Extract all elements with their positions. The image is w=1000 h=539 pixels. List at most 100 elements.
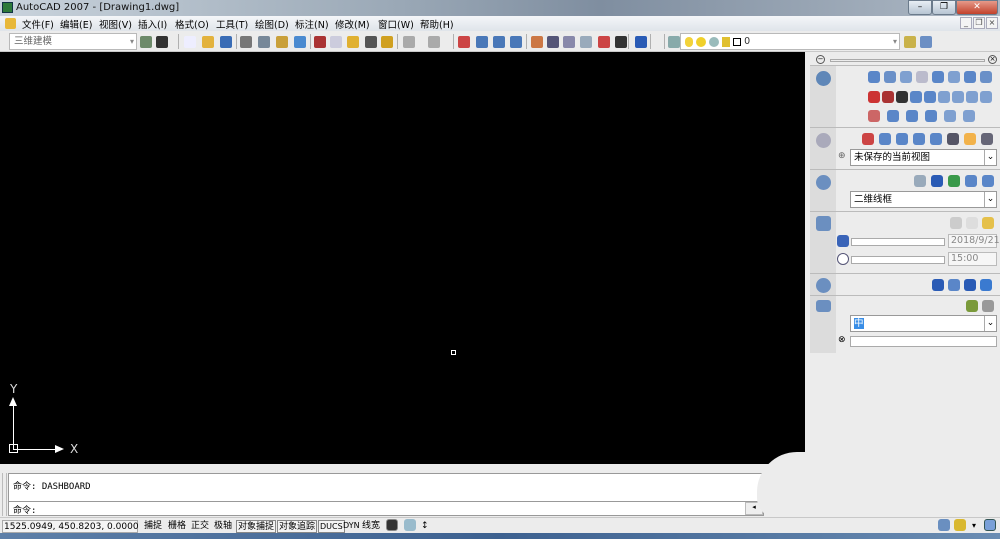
slice-icon[interactable] xyxy=(980,91,992,103)
conceptual-icon[interactable] xyxy=(948,175,960,187)
menu-edit[interactable]: 编辑(E) xyxy=(60,17,92,31)
revolve-icon[interactable] xyxy=(952,91,964,103)
view-combo[interactable]: 未保存的当前视图 ⌄ xyxy=(850,149,997,166)
drawing-canvas[interactable]: Y X xyxy=(0,52,805,464)
menu-draw[interactable]: 绘图(D) xyxy=(255,17,289,31)
sheet-set-icon[interactable] xyxy=(580,36,592,48)
status-toggle[interactable]: 线宽 xyxy=(361,520,381,533)
doc-minimize-button[interactable]: _ xyxy=(960,17,972,29)
zoom-previous-icon[interactable] xyxy=(510,36,522,48)
plot-icon[interactable] xyxy=(240,36,252,48)
free-orbit-icon[interactable] xyxy=(913,133,925,145)
redo-icon[interactable] xyxy=(428,36,440,48)
wireframe-icon[interactable] xyxy=(914,175,926,187)
quickcalc-icon[interactable] xyxy=(615,36,627,48)
tool-palettes-icon[interactable] xyxy=(563,36,575,48)
publish-icon[interactable] xyxy=(276,36,288,48)
sun-status-icon[interactable] xyxy=(950,217,962,229)
3d-pan-icon[interactable] xyxy=(862,133,874,145)
box-icon[interactable] xyxy=(884,71,896,83)
wedge-icon[interactable] xyxy=(900,71,912,83)
edge-icon[interactable] xyxy=(982,175,994,187)
polysolid-icon[interactable] xyxy=(868,71,880,83)
sun-properties-icon[interactable] xyxy=(966,217,978,229)
status-toggle[interactable]: DYN xyxy=(342,520,361,533)
restore-button[interactable]: ❐ xyxy=(932,0,956,15)
match-properties-icon[interactable] xyxy=(365,36,377,48)
paste-icon[interactable] xyxy=(347,36,359,48)
workspace-combo[interactable]: 三维建模 ▾ xyxy=(9,33,137,50)
extrude-icon[interactable] xyxy=(910,91,922,103)
menu-file[interactable]: 文件(F) xyxy=(22,17,54,31)
menu-dimension[interactable]: 标注(N) xyxy=(295,17,329,31)
status-menu-chevron-icon[interactable]: ▾ xyxy=(972,521,976,530)
menu-insert[interactable]: 插入(I) xyxy=(138,17,167,31)
clean-screen-icon[interactable] xyxy=(984,519,996,531)
toolbar-lock-icon[interactable] xyxy=(954,519,966,531)
doc-close-button[interactable]: × xyxy=(986,17,998,29)
menu-modify[interactable]: 修改(M) xyxy=(335,17,370,31)
menu-help[interactable]: 帮助(H) xyxy=(420,17,454,31)
realistic-icon[interactable] xyxy=(931,175,943,187)
material-slider[interactable] xyxy=(850,336,997,347)
markup-icon[interactable] xyxy=(598,36,610,48)
material-combo[interactable]: 中 ⌄ xyxy=(850,315,997,332)
panel-grip[interactable] xyxy=(830,59,985,62)
date-slider[interactable] xyxy=(851,238,945,246)
camera-icon[interactable] xyxy=(947,133,959,145)
layout-icon[interactable] xyxy=(404,519,416,531)
walk-icon[interactable] xyxy=(930,133,942,145)
loft-icon[interactable] xyxy=(966,91,978,103)
status-toggle[interactable]: 栅格 xyxy=(167,520,187,533)
light-glyph-icon[interactable] xyxy=(982,217,994,229)
pyramid-icon[interactable] xyxy=(964,71,976,83)
status-toggle[interactable]: 捕捉 xyxy=(143,520,163,533)
time-field[interactable]: 15:00 xyxy=(948,252,997,266)
zoom-window-icon[interactable] xyxy=(493,36,505,48)
plot-preview-icon[interactable] xyxy=(258,36,270,48)
status-toggle[interactable]: 正交 xyxy=(190,520,210,533)
workspace-icon[interactable] xyxy=(156,36,168,48)
environment-icon[interactable] xyxy=(964,279,976,291)
status-toggle[interactable]: DUCS xyxy=(318,520,345,533)
status-toggle[interactable]: 对象追踪 xyxy=(277,520,318,533)
status-toggle[interactable]: 极轴 xyxy=(213,520,233,533)
menu-view[interactable]: 视图(V) xyxy=(99,17,132,31)
command-grip[interactable] xyxy=(2,473,7,516)
new-icon[interactable] xyxy=(184,36,196,48)
sweep-icon[interactable] xyxy=(938,91,950,103)
pan-icon[interactable] xyxy=(458,36,470,48)
properties-icon[interactable] xyxy=(531,36,543,48)
orbit-icon[interactable] xyxy=(896,133,908,145)
cone-icon[interactable] xyxy=(916,71,928,83)
model-space-icon[interactable] xyxy=(386,519,398,531)
copy-icon[interactable] xyxy=(330,36,342,48)
flatshot-icon[interactable] xyxy=(944,110,956,122)
helix-icon[interactable] xyxy=(868,110,880,122)
document-icon[interactable] xyxy=(5,18,16,29)
menu-window[interactable]: 窗口(W) xyxy=(378,17,414,31)
cut-icon[interactable] xyxy=(314,36,326,48)
coordinate-readout[interactable]: 1525.0949, 450.8203, 0.0000 xyxy=(2,520,139,533)
status-toggle[interactable]: 对象捕捉 xyxy=(236,520,277,533)
torus-icon[interactable] xyxy=(980,71,992,83)
subtract-icon[interactable] xyxy=(906,110,918,122)
menu-format[interactable]: 格式(O) xyxy=(175,17,209,31)
perspective-projection-icon[interactable] xyxy=(981,133,993,145)
doc-restore-button[interactable]: ❐ xyxy=(973,17,985,29)
time-slider[interactable] xyxy=(851,256,945,264)
zoom-realtime-icon[interactable] xyxy=(476,36,488,48)
help-icon[interactable] xyxy=(635,36,647,48)
render-icon[interactable] xyxy=(932,279,944,291)
communication-center-icon[interactable] xyxy=(938,519,950,531)
undo-icon[interactable] xyxy=(403,36,415,48)
3d-zoom-icon[interactable] xyxy=(879,133,891,145)
render-settings-icon[interactable] xyxy=(980,279,992,291)
layer-manager-icon[interactable] xyxy=(668,36,680,48)
layer-combo[interactable]: 0 ▾ xyxy=(680,33,900,50)
parallel-projection-icon[interactable] xyxy=(964,133,976,145)
make-current-layer-icon[interactable] xyxy=(904,36,916,48)
3d-dwf-icon[interactable] xyxy=(294,36,306,48)
cylinder-icon[interactable] xyxy=(948,71,960,83)
clear-icon[interactable]: ⊗ xyxy=(838,335,846,345)
